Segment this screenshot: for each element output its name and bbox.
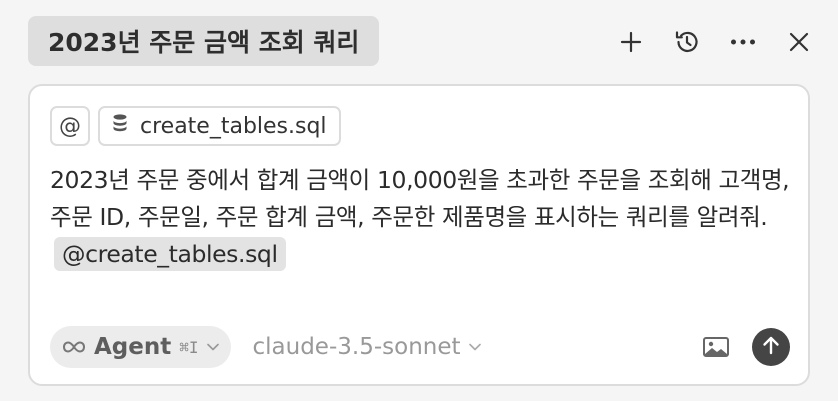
arrow-up-icon — [762, 335, 780, 359]
mode-label: Agent — [94, 334, 172, 360]
chevron-down-icon — [206, 339, 219, 355]
header-actions — [616, 22, 814, 62]
model-label: claude-3.5-sonnet — [252, 334, 461, 360]
model-selector[interactable]: claude-3.5-sonnet — [253, 334, 481, 360]
image-icon[interactable] — [700, 331, 732, 363]
more-icon[interactable] — [728, 27, 758, 57]
history-icon[interactable] — [672, 27, 702, 57]
database-icon — [112, 113, 128, 139]
send-button[interactable] — [752, 328, 790, 366]
mode-selector[interactable]: Agent ⌘I — [50, 326, 231, 368]
context-file-chip[interactable]: create_tables.sql — [98, 106, 341, 146]
context-row: @ create_tables.sql — [50, 106, 341, 146]
close-icon[interactable] — [784, 27, 814, 57]
context-file-label: create_tables.sql — [140, 113, 327, 139]
prompt-text: 2023년 주문 중에서 합계 금액이 10,000원을 초과한 주문을 조회해… — [50, 166, 790, 231]
conversation-title[interactable]: 2023년 주문 금액 조회 쿼리 — [28, 16, 380, 66]
composer-toolbar: Agent ⌘I claude-3.5-sonnet — [50, 326, 790, 368]
add-context-button[interactable]: @ — [50, 106, 90, 146]
at-symbol: @ — [59, 113, 81, 139]
infinity-icon — [62, 334, 86, 360]
mode-shortcut: ⌘I — [179, 337, 199, 357]
composer[interactable]: @ create_tables.sql 2023년 주문 중에서 합계 금액이 … — [28, 84, 810, 386]
chevron-down-icon — [468, 340, 481, 355]
prompt-input[interactable]: 2023년 주문 중에서 합계 금액이 10,000원을 초과한 주문을 조회해… — [50, 162, 800, 273]
file-mention[interactable]: @create_tables.sql — [54, 237, 286, 271]
plus-icon[interactable] — [616, 27, 646, 57]
